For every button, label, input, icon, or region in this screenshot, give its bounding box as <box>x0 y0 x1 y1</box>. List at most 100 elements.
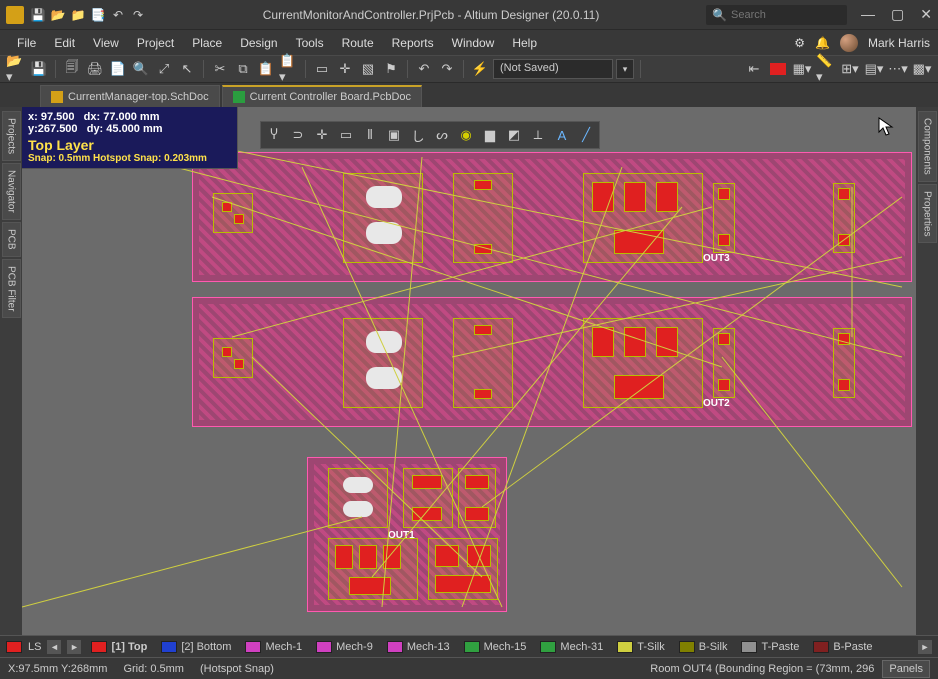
diagonal-icon[interactable]: ◩ <box>505 126 523 144</box>
menu-help[interactable]: Help <box>503 33 546 53</box>
tab-schdoc[interactable]: CurrentManager-top.SchDoc <box>40 85 220 107</box>
grid-icon[interactable]: ▦▾ <box>792 59 812 79</box>
layer-tab[interactable]: Mech-1 <box>241 641 306 653</box>
more-icon[interactable]: ⋯▾ <box>888 59 908 79</box>
rail-navigator[interactable]: Navigator <box>2 163 21 220</box>
user-avatar[interactable] <box>840 34 858 52</box>
layer-color-swatch <box>679 641 695 653</box>
layer-tab[interactable]: Mech-9 <box>312 641 377 653</box>
crosshair-icon[interactable]: ✛ <box>313 126 331 144</box>
rail-pcb-filter[interactable]: PCB Filter <box>2 259 21 319</box>
dimension-icon[interactable]: ⟂ <box>529 126 547 144</box>
align-icon[interactable]: ⫴ <box>361 126 379 144</box>
menu-window[interactable]: Window <box>443 33 504 53</box>
pcb-canvas[interactable]: OUT3 OUT2 OUT1 <box>22 107 916 635</box>
menu-place[interactable]: Place <box>183 33 231 53</box>
layer-tab[interactable]: Mech-13 <box>383 641 454 653</box>
report-icon[interactable]: 📄 <box>108 59 128 79</box>
script-dropdown[interactable]: ▾ <box>616 59 634 79</box>
redo-button[interactable]: ↷ <box>437 59 457 79</box>
via-icon[interactable]: ◉ <box>457 126 475 144</box>
layer-tab[interactable]: T-Paste <box>737 641 803 653</box>
zoom-region-icon[interactable]: 🔍 <box>131 59 151 79</box>
open-project-icon[interactable]: 📁 <box>70 7 86 23</box>
viewconfig-icon[interactable]: ▤▾ <box>864 59 884 79</box>
print-icon[interactable]: 🖨 <box>85 59 105 79</box>
layer-tab[interactable]: [1] Top <box>87 641 151 653</box>
cut-icon[interactable]: ✂ <box>210 59 230 79</box>
layer-scroll-right-icon[interactable]: ► <box>918 640 932 654</box>
interactive-route-icon[interactable]: ᔕ <box>433 126 451 144</box>
layer-tabs[interactable]: LS ◄ ► [1] Top [2] Bottom Mech-1 Mech-9 Mech… <box>0 635 938 657</box>
menu-tools[interactable]: Tools <box>287 33 333 53</box>
rail-properties[interactable]: Properties <box>918 184 937 244</box>
copy-icon[interactable]: ⧉ <box>233 59 253 79</box>
panels-button[interactable]: Panels <box>882 660 930 678</box>
snap-magnet-icon[interactable]: ⊃ <box>289 126 307 144</box>
open-icon[interactable]: 📂 <box>50 7 66 23</box>
layer-tab[interactable]: Mech-15 <box>460 641 531 653</box>
undo-icon[interactable]: ↶ <box>110 7 126 23</box>
layer-color-swatch <box>540 641 556 653</box>
menu-view[interactable]: View <box>84 33 128 53</box>
menu-edit[interactable]: Edit <box>45 33 84 53</box>
filter-icon[interactable]: Ⴤ <box>265 126 283 144</box>
settings-gear-icon[interactable]: ⚙ <box>794 36 805 50</box>
rail-projects[interactable]: Projects <box>2 111 21 161</box>
layer-next-icon[interactable]: ► <box>67 640 81 654</box>
chip-icon[interactable]: ▣ <box>385 126 403 144</box>
line-icon[interactable]: ╱ <box>577 126 595 144</box>
menu-route[interactable]: Route <box>333 33 383 53</box>
layer-color-swatch <box>316 641 332 653</box>
user-name-label: Mark Harris <box>868 36 930 50</box>
cursor-select-icon[interactable]: ↖ <box>177 59 197 79</box>
paste-icon[interactable]: 📋 <box>256 59 276 79</box>
print-preview-icon[interactable]: 🗐 <box>62 59 82 79</box>
layer-tab[interactable]: Mech-31 <box>536 641 607 653</box>
active-bar[interactable]: Ⴤ ⊃ ✛ ▭ ⫴ ▣ し ᔕ ◉ ▆ ◩ ⟂ A ╱ <box>260 121 600 149</box>
layer-tab[interactable]: B-Silk <box>675 641 732 653</box>
script-select[interactable]: (Not Saved) <box>493 59 613 79</box>
polygon-icon[interactable]: ▆ <box>481 126 499 144</box>
select-rect-icon[interactable]: ▭ <box>337 126 355 144</box>
tab-pcbdoc[interactable]: Current Controller Board.PcbDoc <box>222 85 422 107</box>
snap-icon[interactable]: ⊞▾ <box>840 59 860 79</box>
layer-stack-icon[interactable] <box>768 59 788 79</box>
rail-pcb[interactable]: PCB <box>2 222 21 257</box>
minimize-button[interactable]: — <box>861 6 875 23</box>
layer-color-swatch <box>813 641 829 653</box>
layer-tab[interactable]: [2] Bottom <box>157 641 235 653</box>
maximize-button[interactable]: ▢ <box>891 6 904 23</box>
search-input[interactable] <box>731 9 841 21</box>
undo-button[interactable]: ↶ <box>414 59 434 79</box>
notifications-bell-icon[interactable]: 🔔 <box>815 36 830 50</box>
open-docs-icon[interactable]: 📑 <box>90 7 106 23</box>
rail-components[interactable]: Components <box>918 111 937 182</box>
text-icon[interactable]: A <box>553 126 571 144</box>
layer-tab[interactable]: B-Paste <box>809 641 876 653</box>
redo-icon[interactable]: ↷ <box>130 7 146 23</box>
align-lt-icon[interactable]: ⇤ <box>744 59 764 79</box>
menu-design[interactable]: Design <box>231 33 286 53</box>
layer-prev-icon[interactable]: ◄ <box>47 640 61 654</box>
route-icon[interactable]: し <box>409 126 427 144</box>
menu-reports[interactable]: Reports <box>383 33 443 53</box>
zoom-fit-icon[interactable]: ⤢ <box>154 59 174 79</box>
close-button[interactable]: ✕ <box>920 6 932 23</box>
paste-special-icon[interactable]: 📋▾ <box>279 59 299 79</box>
menu-project[interactable]: Project <box>128 33 183 53</box>
run-script-icon[interactable]: ⚡ <box>470 59 490 79</box>
save-button[interactable]: 💾 <box>29 59 49 79</box>
menu-file[interactable]: File <box>8 33 45 53</box>
pattern-icon[interactable]: ▩▾ <box>912 59 932 79</box>
clear-filter-icon[interactable]: ⚑ <box>381 59 401 79</box>
open-project-button[interactable]: 📂▾ <box>6 59 26 79</box>
deselect-icon[interactable]: ▧ <box>358 59 378 79</box>
layer-tab[interactable]: T-Silk <box>613 641 669 653</box>
measure-icon[interactable]: 📏▾ <box>816 59 836 79</box>
move-icon[interactable]: ✛ <box>335 59 355 79</box>
select-rect-icon[interactable]: ▭ <box>312 59 332 79</box>
global-search[interactable]: 🔍 <box>706 5 847 25</box>
layer-set-label: LS <box>28 641 41 653</box>
save-icon[interactable]: 💾 <box>30 7 46 23</box>
